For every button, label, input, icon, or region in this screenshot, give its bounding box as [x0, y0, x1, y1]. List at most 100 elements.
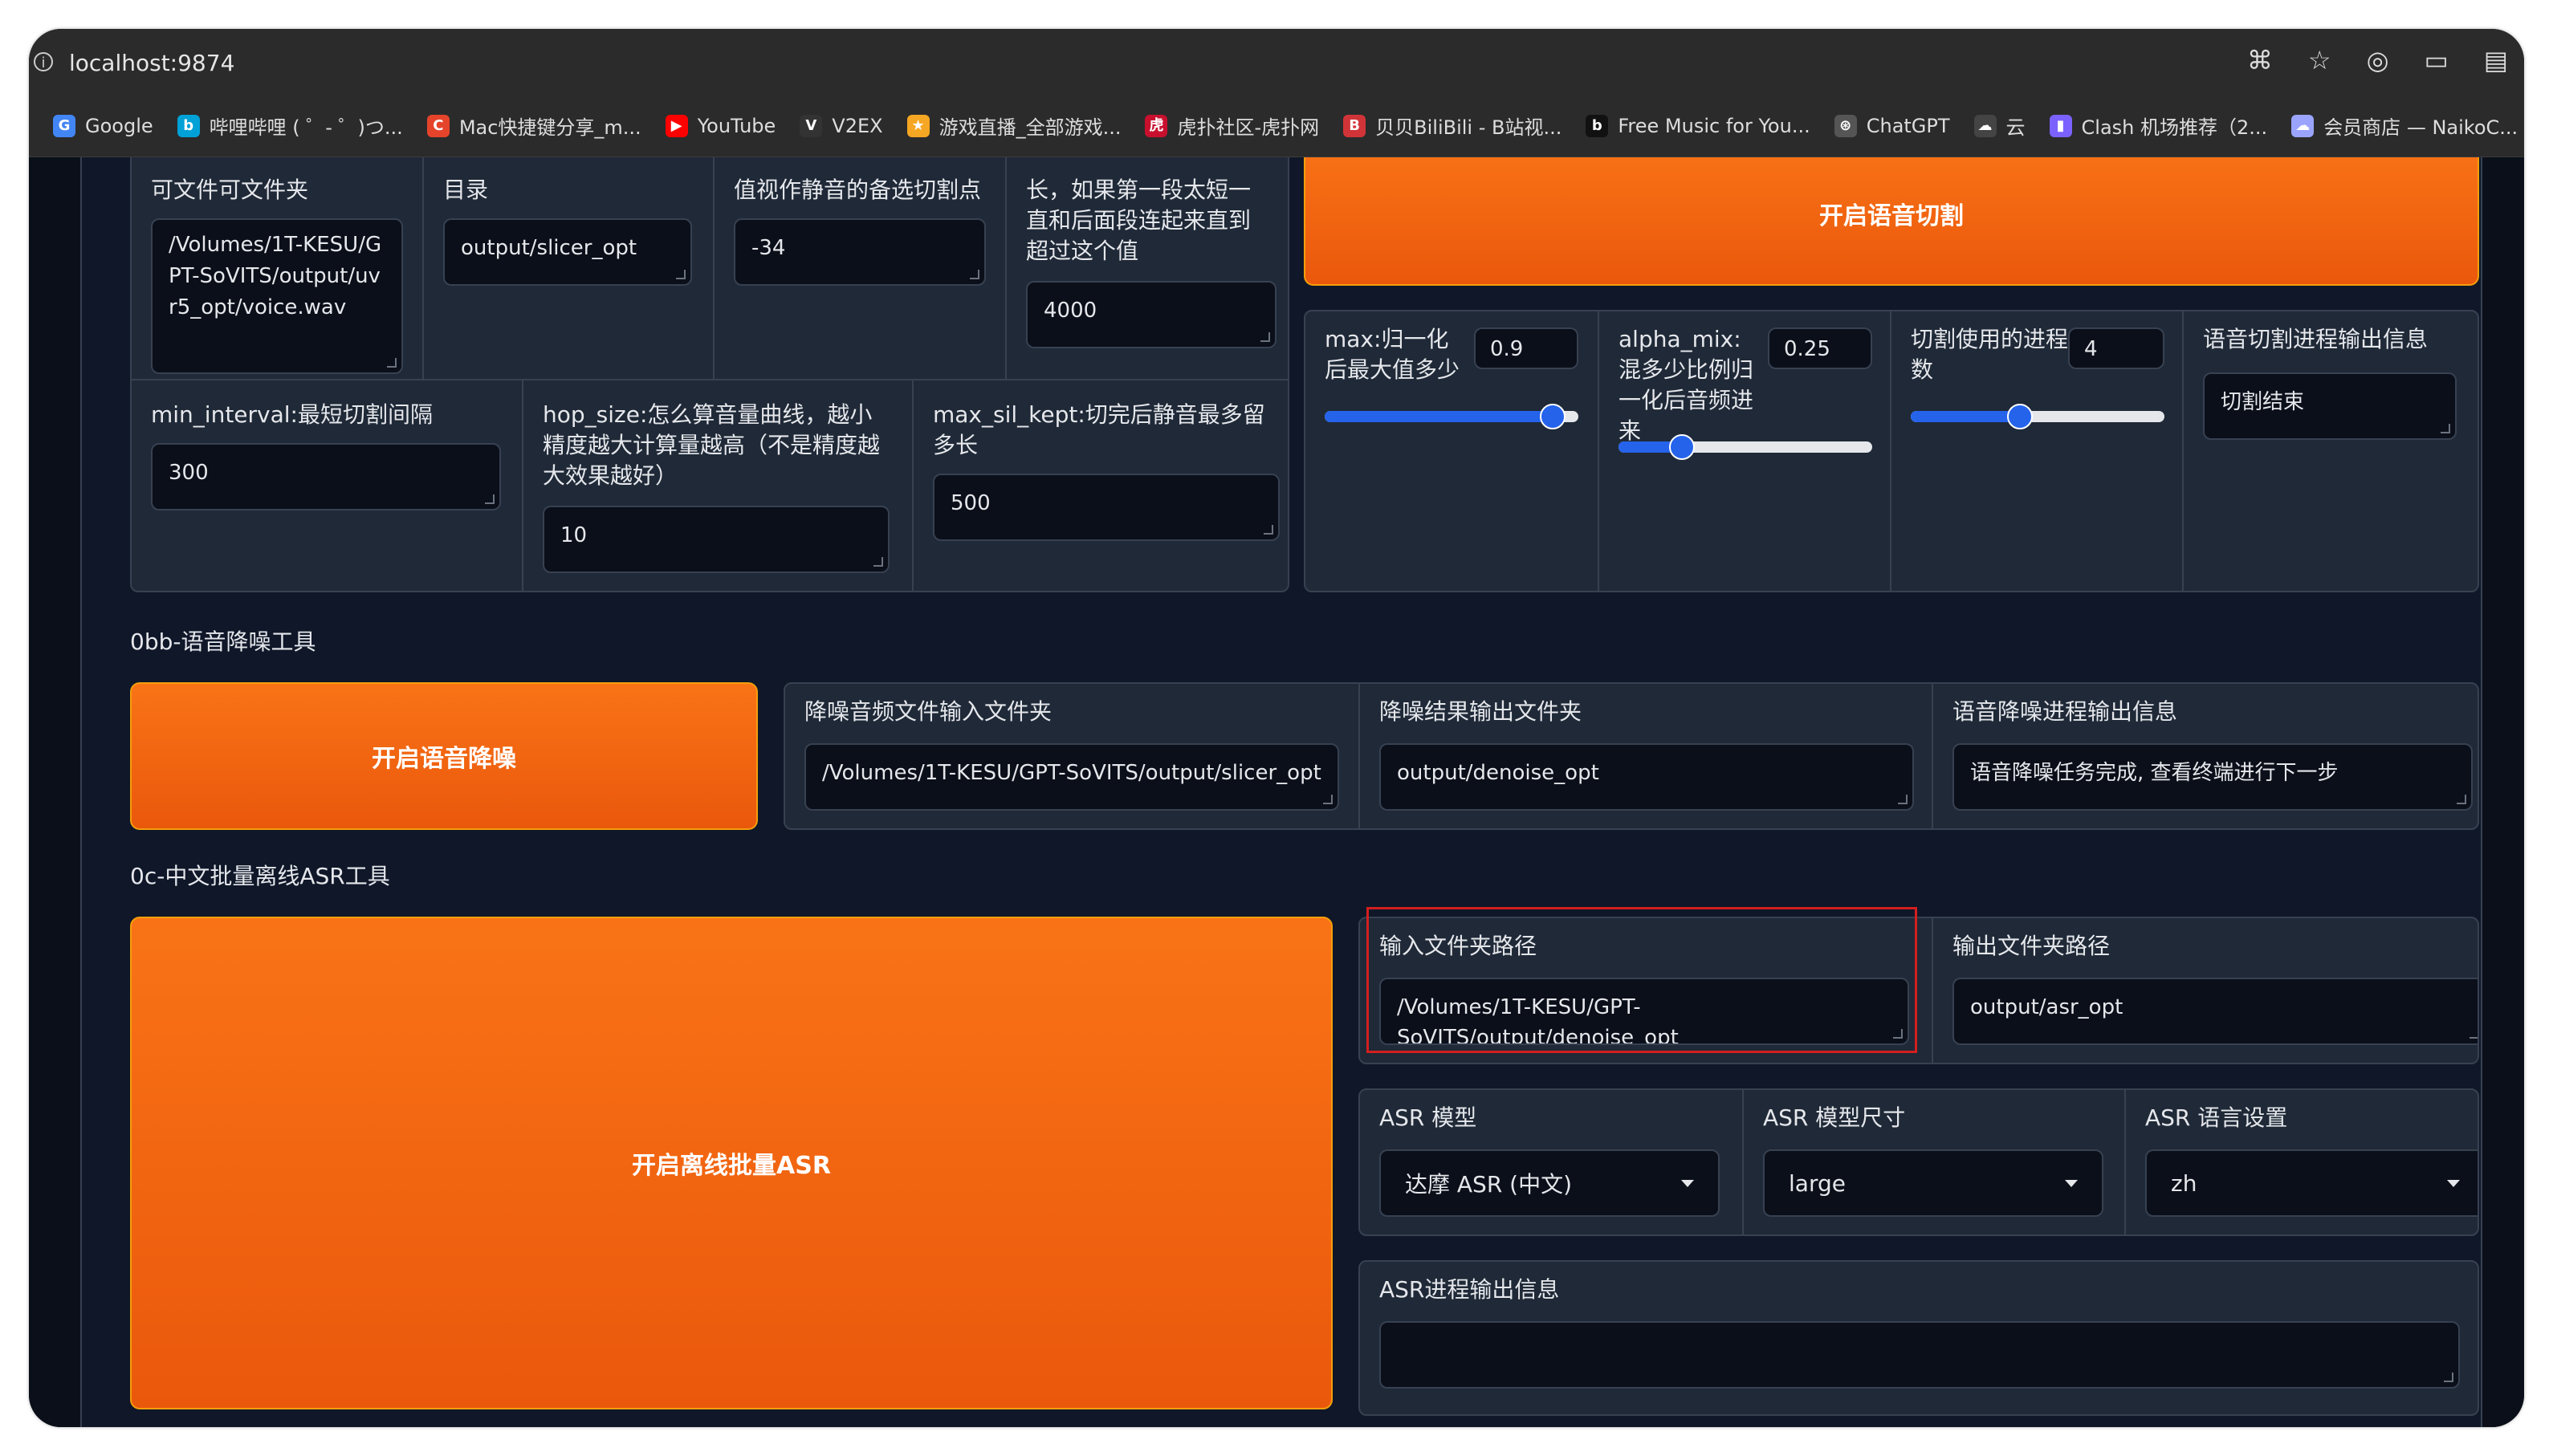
output-dir-label: 目录	[443, 177, 489, 203]
start-slice-button[interactable]: 开启语音切割	[1304, 157, 2479, 286]
asr-output-field[interactable]: output/asr_opt	[1952, 978, 2478, 1045]
asr-input-label: 输入文件夹路径	[1379, 933, 1537, 959]
bookmark-item[interactable]: b 哔哩哔哩 ( ゜- ゜)つ...	[177, 112, 403, 140]
bookmark-item[interactable]: 虎虎扑社区-虎扑网	[1145, 112, 1319, 140]
v2ex-icon: V	[800, 114, 823, 137]
min-interval-field[interactable]: 300	[151, 443, 501, 510]
hupu-icon: 虎	[1145, 114, 1168, 137]
max-sil-kept-label: max_sil_kept:切完后静音最多留多长	[933, 401, 1265, 458]
clipboard-icon[interactable]: ▤	[2484, 45, 2508, 75]
asr-input-field[interactable]: /Volumes/1T-KESU/GPT-SoVITS/output/denoi…	[1379, 978, 1909, 1045]
chevron-down-icon	[2065, 1179, 2078, 1187]
denoise-info-field: 语音降噪任务完成, 查看终端进行下一步	[1952, 743, 2473, 811]
slicer-params-panel: 可文件可文件夹 /Volumes/1T-KESU/GPT-SoVITS/outp…	[130, 157, 1289, 592]
bookmark-label: Clash 机场推荐（2...	[2081, 116, 2268, 139]
alpha-mix-value-box[interactable]: 0.25	[1768, 327, 1872, 369]
input-path-field[interactable]: /Volumes/1T-KESU/GPT-SoVITS/output/uvr5_…	[151, 218, 403, 374]
page-content: 可文件可文件夹 /Volumes/1T-KESU/GPT-SoVITS/outp…	[29, 157, 2524, 1427]
bookmark-item[interactable]: G Google	[53, 114, 153, 137]
process-count-slider-thumb[interactable]	[2006, 404, 2033, 429]
bookmark-label: 贝贝BiliBili - B站视...	[1375, 116, 1562, 139]
bookmark-item[interactable]: b Free Music for You...	[1586, 114, 1810, 137]
denoise-output-field[interactable]: output/denoise_opt	[1379, 743, 1914, 811]
game-icon: ★	[906, 114, 930, 137]
browser-window: i localhost:9874 ⌘ ☆ ◎ ▭ ▤ G Google b 哔哩哔哩 …	[29, 29, 2524, 1427]
chevron-down-icon	[2447, 1179, 2460, 1187]
denoise-info-label: 语音降噪进程输出信息	[1952, 698, 2178, 725]
bookmarks-bar: G Google b 哔哩哔哩 ( ゜- ゜)つ... C Mac快捷键分享_m... ▶ Y…	[29, 95, 2524, 157]
bookmark-label: ChatGPT	[1866, 114, 1950, 137]
bookmark-label: 会员商店 — NaikoC...	[2323, 116, 2518, 139]
google-icon: G	[53, 114, 75, 137]
max-slider[interactable]	[1325, 404, 1578, 429]
bookmark-label: Free Music for You...	[1618, 114, 1810, 137]
output-dir-field[interactable]: output/slicer_opt	[443, 218, 692, 286]
bookmark-item[interactable]: ▶ YouTube	[665, 114, 776, 137]
bookmark-item[interactable]: ★ 游戏直播_全部游戏...	[906, 112, 1122, 140]
bookmark-star-icon[interactable]: ☆	[2308, 45, 2331, 75]
alpha-mix-slider-thumb[interactable]	[1669, 434, 1695, 460]
process-count-value-box[interactable]: 4	[2068, 327, 2164, 369]
denoise-section-title: 0bb-语音降噪工具	[130, 628, 316, 655]
asr-size-label: ASR 模型尺寸	[1763, 1104, 1906, 1131]
max-value-box[interactable]: 0.9	[1474, 327, 1578, 369]
bookmark-label: 哔哩哔哩 ( ゜- ゜)つ...	[209, 116, 403, 139]
asr-info-field	[1379, 1321, 2460, 1389]
url-text[interactable]: localhost:9874	[69, 50, 234, 76]
slicer-settings-panel: max:归一化后最大值多少 0.9 alpha_mix:混多少比例归一化后音频进…	[1304, 310, 2479, 592]
bilibili-icon: b	[177, 114, 200, 137]
notes-icon[interactable]: ▭	[2425, 45, 2449, 75]
bilibili2-icon: B	[1343, 114, 1366, 137]
asr-section-title: 0c-中文批量离线ASR工具	[130, 863, 390, 889]
process-count-label: 切割使用的进程数	[1911, 326, 2069, 383]
min-interval-label: min_interval:最短切割间隔	[151, 401, 433, 428]
max-sil-kept-field[interactable]: 500	[933, 474, 1280, 541]
slice-output-label: 语音切割进程输出信息	[2203, 326, 2429, 352]
bookmark-label: 云	[2005, 116, 2026, 139]
min-length-label: 长，如果第一段太短一直和后面段连起来直到超过这个值	[1026, 177, 1252, 264]
bookmark-item[interactable]: ☁ 云	[1973, 112, 2026, 140]
threshold-field[interactable]: -34	[734, 218, 986, 286]
chatgpt-icon: ⊛	[1834, 114, 1857, 137]
bookmark-item[interactable]: C Mac快捷键分享_m...	[426, 112, 641, 140]
asr-model-select[interactable]: 达摩 ASR (中文)	[1379, 1149, 1720, 1217]
asr-paths-panel: 输入文件夹路径 /Volumes/1T-KESU/GPT-SoVITS/outp…	[1358, 917, 2479, 1064]
extension-icon[interactable]: ◎	[2367, 45, 2389, 75]
start-denoise-button[interactable]: 开启语音降噪	[130, 682, 758, 830]
bookmark-item[interactable]: V V2EX	[800, 114, 883, 137]
asr-info-panel: ASR进程输出信息	[1358, 1260, 2479, 1416]
hop-size-field[interactable]: 10	[543, 506, 890, 573]
bookmark-label: 游戏直播_全部游戏...	[939, 116, 1122, 139]
site-info-icon[interactable]: i	[34, 52, 53, 71]
alpha-mix-label: alpha_mix:混多少比例归一化后音频进来	[1619, 326, 1754, 444]
bookmark-item[interactable]: B 贝贝BiliBili - B站视...	[1343, 112, 1562, 140]
asr-lang-value: zh	[2171, 1169, 2197, 1197]
chevron-down-icon	[1681, 1179, 1694, 1187]
address-bar[interactable]: i localhost:9874 ⌘ ☆ ◎ ▭ ▤	[29, 29, 2524, 95]
denoise-panel: 降噪音频文件输入文件夹 /Volumes/1T-KESU/GPT-SoVITS/…	[784, 682, 2479, 830]
bookmark-item[interactable]: ⊛ ChatGPT	[1834, 114, 1950, 137]
denoise-input-label: 降噪音频文件输入文件夹	[804, 698, 1053, 725]
start-asr-button[interactable]: 开启离线批量ASR	[130, 917, 1333, 1409]
denoise-output-label: 降噪结果输出文件夹	[1379, 698, 1582, 725]
denoise-input-field[interactable]: /Volumes/1T-KESU/GPT-SoVITS/output/slice…	[804, 743, 1339, 811]
min-length-field[interactable]: 4000	[1026, 281, 1276, 348]
process-count-slider[interactable]	[1911, 404, 2164, 429]
max-label: max:归一化后最大值多少	[1325, 326, 1460, 383]
asr-size-select[interactable]: large	[1763, 1149, 2103, 1217]
bookmark-label: Google	[85, 114, 153, 137]
bookmark-label: YouTube	[697, 114, 776, 137]
asr-model-label: ASR 模型	[1379, 1104, 1477, 1131]
asr-lang-select[interactable]: zh	[2145, 1149, 2478, 1217]
translate-icon[interactable]: ⌘	[2247, 45, 2273, 75]
max-slider-thumb[interactable]	[1540, 404, 1566, 429]
bookmark-item[interactable]: ▮ Clash 机场推荐（2...	[2049, 112, 2268, 140]
bookmark-label: 虎扑社区-虎扑网	[1177, 116, 1320, 139]
bookmark-item[interactable]: ☁ 会员商店 — NaikoC...	[2291, 112, 2518, 140]
asr-model-panel: ASR 模型 达摩 ASR (中文) ASR 模型尺寸 large ASR 语言…	[1358, 1088, 2479, 1236]
youtube-icon: ▶	[665, 114, 688, 137]
alpha-mix-slider[interactable]	[1619, 434, 1872, 460]
asr-model-value: 达摩 ASR (中文)	[1405, 1171, 1573, 1198]
input-path-label: 可文件可文件夹	[151, 177, 309, 203]
bookmark-label: V2EX	[832, 114, 883, 137]
